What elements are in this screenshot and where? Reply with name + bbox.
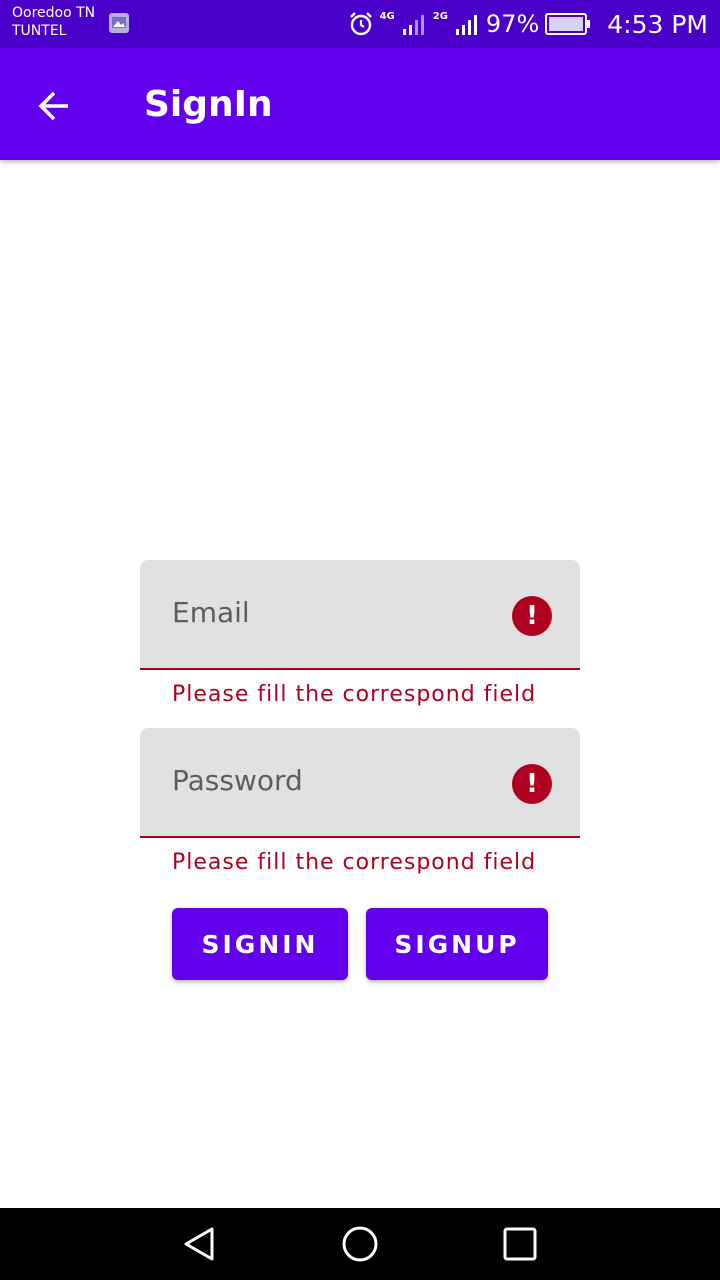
network-4g-label: 4G [379,10,395,22]
page-title: SignIn [144,84,273,125]
email-error-icon: ! [512,596,552,636]
carrier-sub: TUNTEL [12,23,67,39]
signal-2g-icon [455,15,477,35]
battery-percent: 97% [485,10,540,38]
email-field[interactable]: Email ! [140,560,580,670]
home-icon[interactable] [340,1224,380,1264]
alarm-icon [349,12,372,36]
status-bar: Ooredoo TN TUNTEL 4G 2G 97% 4:53 PM [0,0,720,48]
battery-icon [545,13,591,35]
carrier-info: Ooredoo TN TUNTEL [12,4,95,40]
carrier-name: Ooredoo TN [12,5,96,21]
network-2g-label: 2G [432,10,448,22]
back-button[interactable] [30,82,78,130]
password-error-text: Please fill the correspond field [172,850,537,875]
email-error-text: Please fill the correspond field [172,682,537,707]
status-icons: 4G 2G 97% 4:53 PM [348,0,708,48]
email-placeholder: Email [172,596,250,629]
signin-button[interactable]: SIGNIN [172,908,348,980]
arrow-back-icon [38,91,68,121]
navigation-bar [0,1208,720,1280]
signup-button[interactable]: SIGNUP [366,908,548,980]
password-field[interactable]: Password ! [140,728,580,838]
app-bar: SignIn [0,48,720,160]
password-placeholder: Password [172,764,303,797]
clock: 4:53 PM [607,9,708,39]
back-icon[interactable] [180,1224,220,1264]
image-notification-icon [109,13,129,33]
recents-icon[interactable] [500,1224,540,1264]
signal-4g-icon [402,15,424,35]
password-error-icon: ! [512,764,552,804]
